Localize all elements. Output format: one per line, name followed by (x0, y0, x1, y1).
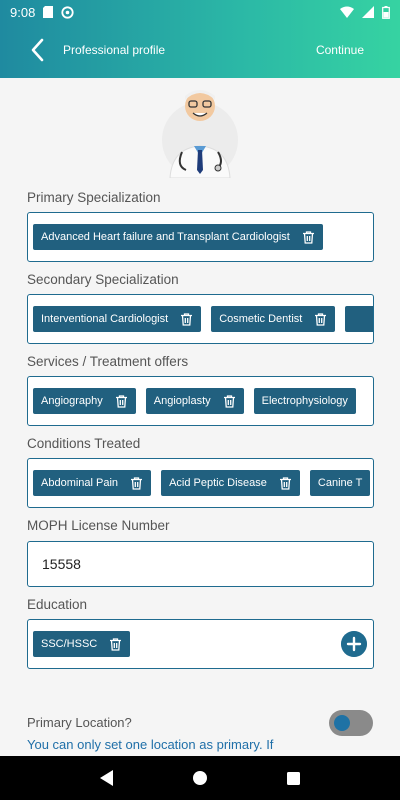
primary-location-note: You can only set one location as primary… (27, 737, 274, 752)
wifi-icon (340, 6, 354, 18)
page-title: Professional profile (63, 43, 166, 57)
profile-form: Primary Specialization Advanced Heart fa… (0, 78, 400, 756)
chip-primary-specialization: Advanced Heart failure and Transplant Ca… (33, 224, 323, 250)
chip-education: SSC/HSSC (33, 631, 131, 657)
trash-icon[interactable] (279, 476, 292, 490)
doctor-avatar (162, 90, 238, 178)
chip-service: Electrophysiology (253, 388, 356, 414)
chip-label: Acid Peptic Disease (169, 477, 267, 489)
back-arrow-icon[interactable] (26, 36, 50, 64)
nav-recents-button[interactable] (278, 763, 308, 793)
chip-label: SSC/HSSC (41, 638, 98, 650)
trash-icon[interactable] (115, 394, 128, 408)
license-input[interactable] (28, 542, 373, 586)
chip-secondary-specialization (345, 306, 373, 332)
chip-condition: Abdominal Pain (33, 470, 152, 496)
chip-condition: Acid Peptic Disease (161, 470, 300, 496)
primary-specialization-label: Primary Specialization (27, 190, 161, 205)
license-field[interactable] (27, 541, 374, 587)
add-education-button[interactable] (341, 631, 367, 657)
chip-label: Angioplasty (153, 395, 211, 407)
nav-home-button[interactable] (185, 763, 215, 793)
chip-label: Angiography (41, 395, 103, 407)
status-bar: 9:08 (0, 0, 400, 24)
sync-icon (61, 5, 74, 19)
conditions-field[interactable]: Abdominal Pain Acid Peptic Disease Canin… (27, 458, 374, 508)
trash-icon[interactable] (130, 476, 143, 490)
services-label: Services / Treatment offers (27, 354, 189, 369)
services-field[interactable]: Angiography Angioplasty Electrophysiolog… (27, 376, 374, 426)
chip-secondary-specialization: Interventional Cardiologist (33, 306, 202, 332)
trash-icon[interactable] (109, 637, 122, 651)
battery-icon (382, 5, 390, 19)
sd-card-icon (43, 6, 54, 18)
chip-label: Electrophysiology (261, 395, 348, 407)
license-label: MOPH License Number (27, 518, 170, 533)
secondary-specialization-label: Secondary Specialization (27, 272, 179, 287)
primary-location-toggle[interactable] (329, 710, 373, 736)
education-label: Education (27, 597, 88, 612)
conditions-label: Conditions Treated (27, 436, 141, 451)
toggle-knob (334, 715, 350, 731)
primary-specialization-field[interactable]: Advanced Heart failure and Transplant Ca… (27, 212, 374, 262)
trash-icon[interactable] (180, 312, 193, 326)
chip-service: Angioplasty (145, 388, 244, 414)
nav-recents-icon (286, 771, 300, 785)
trash-icon[interactable] (223, 394, 236, 408)
continue-button[interactable]: Continue (316, 43, 364, 57)
secondary-specialization-field[interactable]: Interventional Cardiologist Cosmetic Den… (27, 294, 374, 344)
signal-icon (362, 6, 374, 18)
nav-back-button[interactable] (92, 763, 122, 793)
chip-label: Canine T (317, 477, 363, 489)
chip-secondary-specialization: Cosmetic Dentist (211, 306, 336, 332)
nav-home-icon (192, 771, 207, 785)
primary-location-label: Primary Location? (27, 715, 132, 730)
chip-service: Angiography (33, 388, 136, 414)
chip-label: Cosmetic Dentist (219, 313, 303, 325)
trash-icon[interactable] (314, 312, 327, 326)
status-time: 9:08 (10, 4, 36, 20)
chip-label: Abdominal Pain (41, 477, 119, 489)
trash-icon[interactable] (302, 230, 315, 244)
chip-label: Advanced Heart failure and Transplant Ca… (41, 231, 290, 243)
chip-label: Interventional Cardiologist (41, 313, 169, 325)
android-nav-bar (0, 756, 400, 800)
chip-condition: Canine T (309, 470, 371, 496)
nav-back-icon (99, 770, 113, 786)
education-field[interactable]: SSC/HSSC (27, 619, 374, 669)
